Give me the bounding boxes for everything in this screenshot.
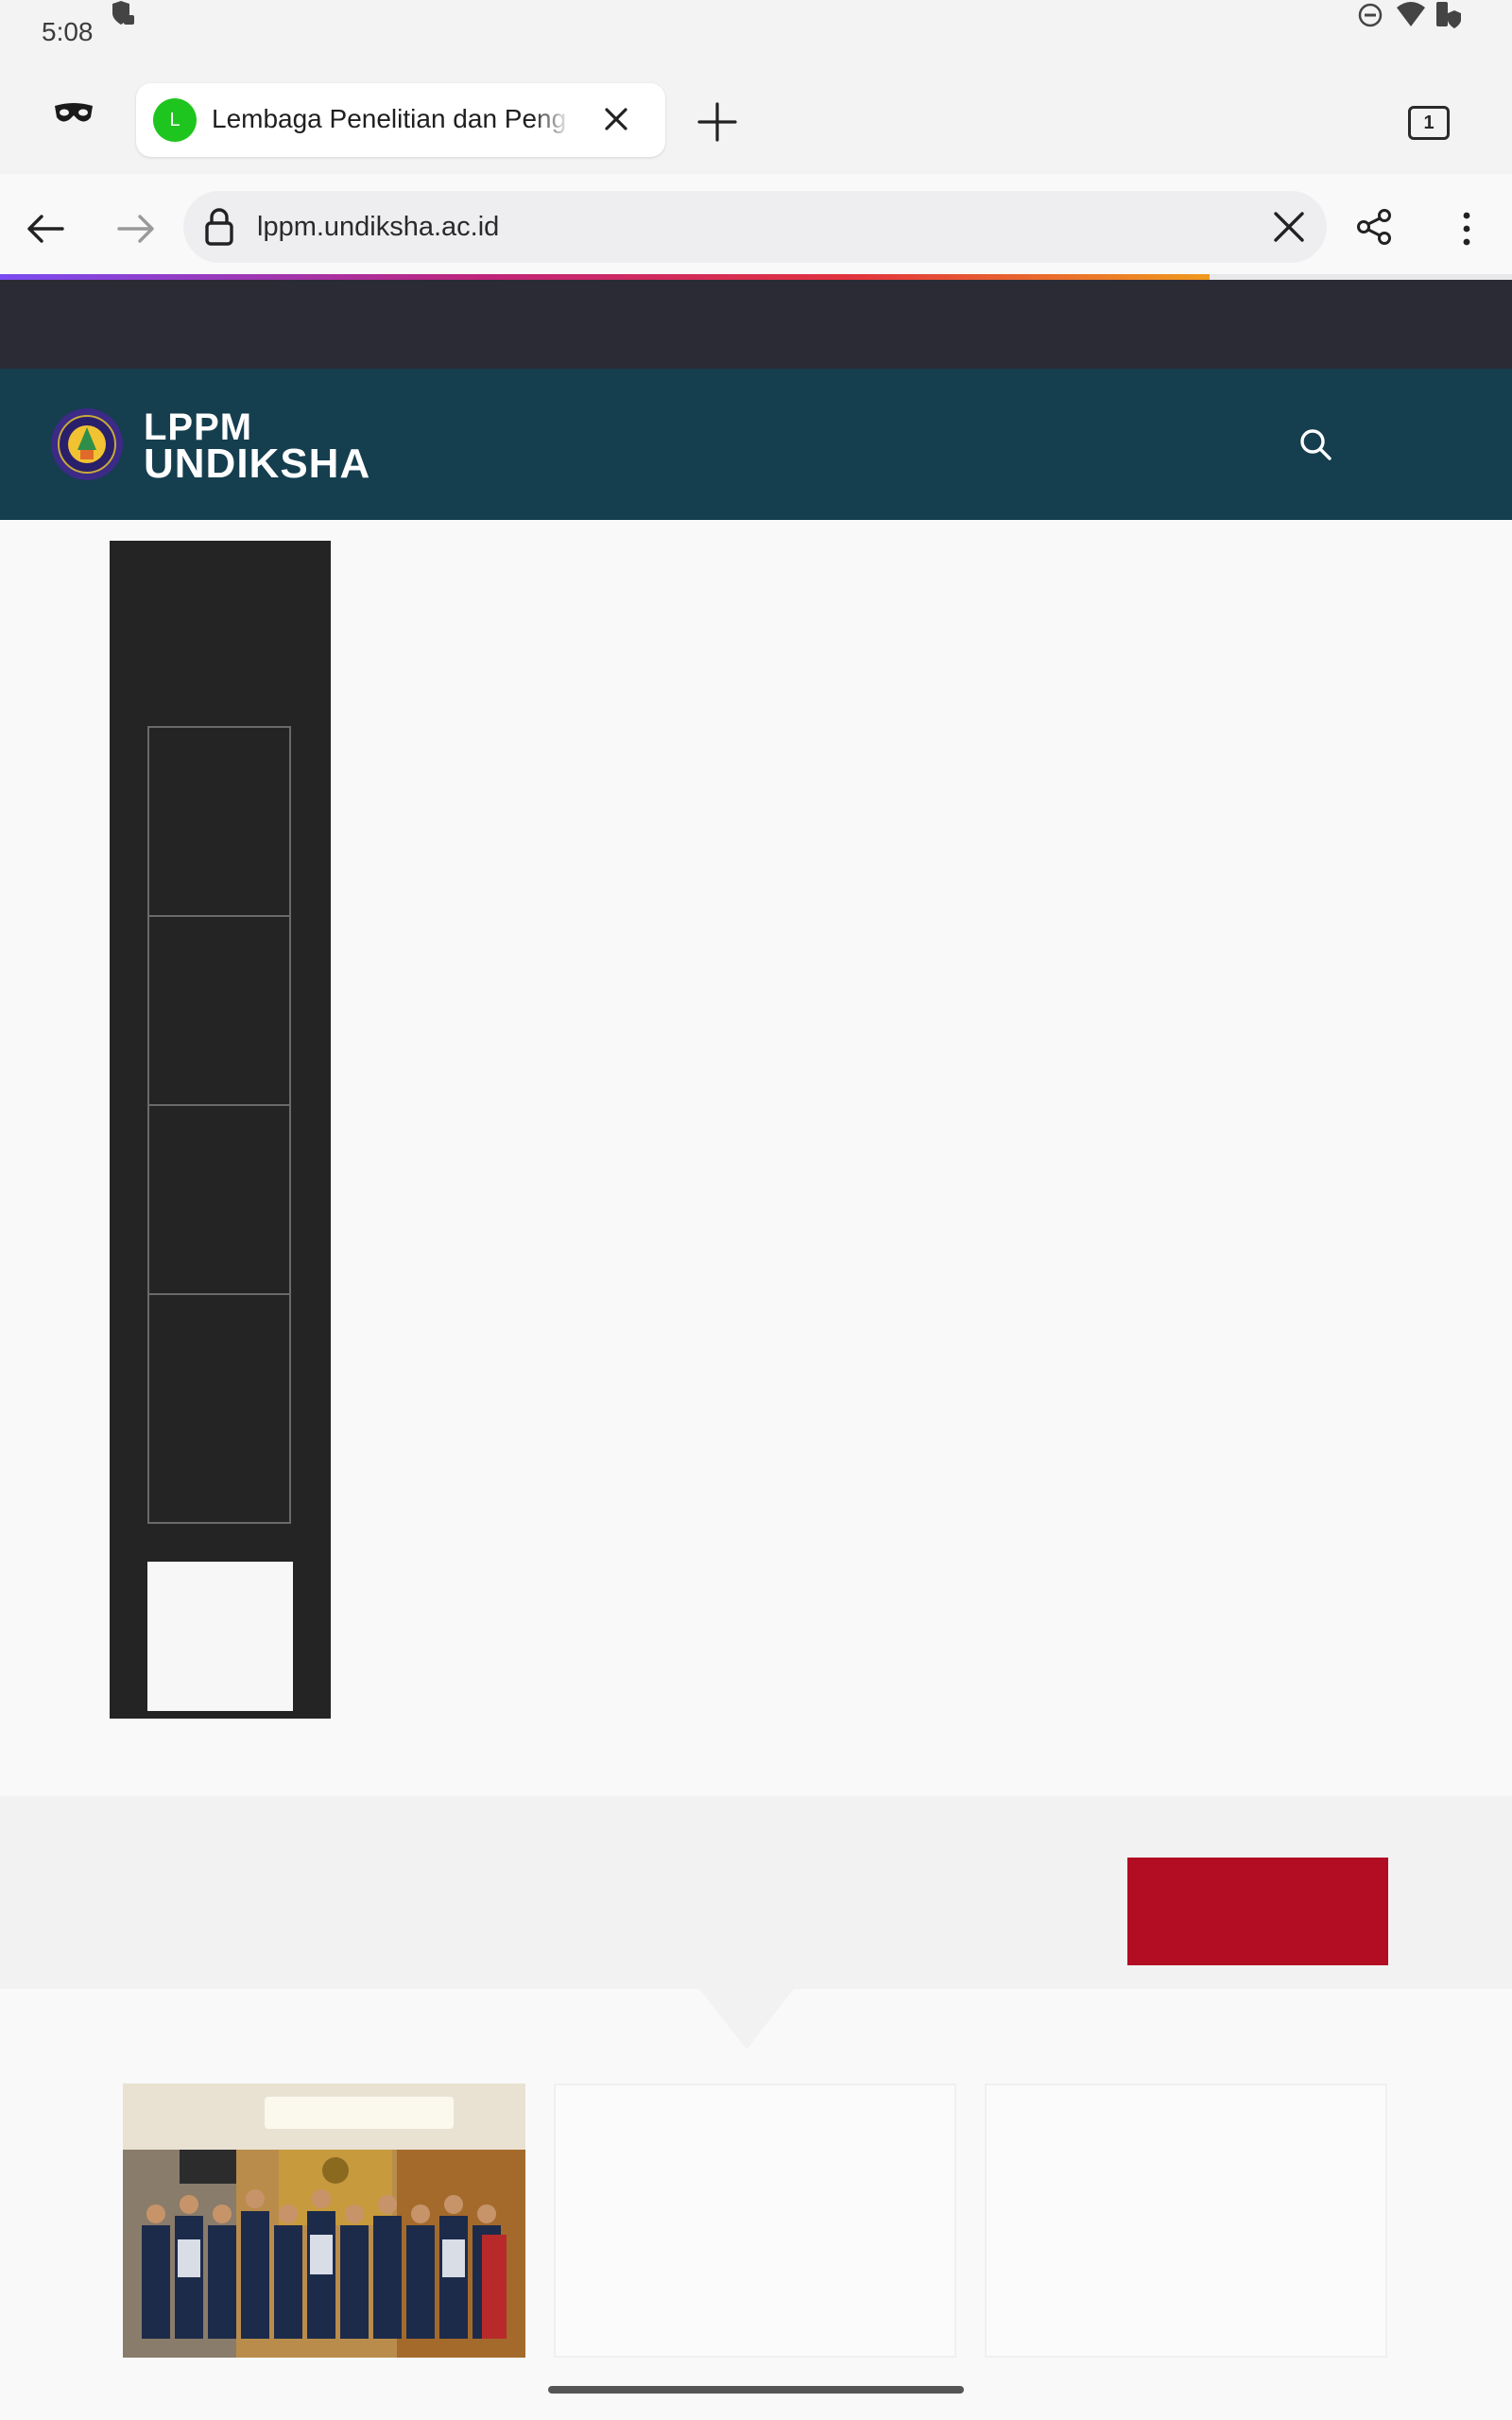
lock-icon[interactable] bbox=[202, 206, 236, 248]
more-options-icon[interactable] bbox=[1452, 210, 1482, 248]
band-pointer-arrow bbox=[699, 1989, 794, 2049]
news-card-photo[interactable] bbox=[123, 2083, 525, 2358]
tab-switcher-button[interactable]: 1 bbox=[1408, 106, 1450, 140]
loading-sidebar-panel bbox=[110, 541, 331, 1719]
gesture-navigation-bar[interactable] bbox=[548, 2386, 964, 2394]
status-time: 5:08 bbox=[42, 17, 94, 46]
back-arrow-icon[interactable] bbox=[25, 212, 66, 246]
red-action-button[interactable] bbox=[1127, 1858, 1388, 1965]
new-tab-plus-icon[interactable] bbox=[696, 100, 739, 144]
tab-favicon: L bbox=[153, 98, 197, 142]
panel-placeholder-box bbox=[147, 726, 291, 917]
clear-url-icon[interactable] bbox=[1270, 208, 1308, 246]
news-card-placeholder[interactable] bbox=[554, 2083, 956, 2358]
battery-shield-icon bbox=[1436, 2, 1461, 28]
active-tab[interactable]: L Lembaga Penelitian dan Peng bbox=[136, 83, 665, 157]
site-search-icon[interactable] bbox=[1297, 425, 1334, 463]
site-logo-text-line2[interactable]: UNDIKSHA bbox=[144, 441, 370, 488]
url-bar[interactable]: lppm.undiksha.ac.id bbox=[183, 191, 1327, 263]
site-top-bar bbox=[0, 280, 1512, 369]
share-icon[interactable] bbox=[1355, 208, 1393, 246]
group-photo-image bbox=[123, 2083, 525, 2358]
panel-placeholder-box bbox=[147, 915, 291, 1106]
news-card-placeholder[interactable] bbox=[985, 2083, 1387, 2358]
do-not-disturb-icon bbox=[1358, 3, 1383, 27]
undiksha-logo-icon[interactable] bbox=[49, 406, 125, 482]
status-bar bbox=[0, 0, 1512, 68]
panel-placeholder-box bbox=[147, 1293, 291, 1524]
close-tab-icon[interactable] bbox=[599, 102, 633, 136]
forward-arrow-icon[interactable] bbox=[115, 212, 157, 246]
incognito-mask-icon[interactable] bbox=[53, 102, 94, 125]
panel-placeholder-white-box bbox=[147, 1562, 293, 1711]
panel-placeholder-box bbox=[147, 1104, 291, 1295]
shield-lock-icon bbox=[112, 1, 134, 25]
url-text[interactable]: lppm.undiksha.ac.id bbox=[257, 212, 499, 243]
wifi-icon bbox=[1397, 2, 1425, 26]
tab-title: Lembaga Penelitian dan Peng bbox=[212, 104, 567, 133]
tab-title-fade bbox=[533, 93, 571, 147]
